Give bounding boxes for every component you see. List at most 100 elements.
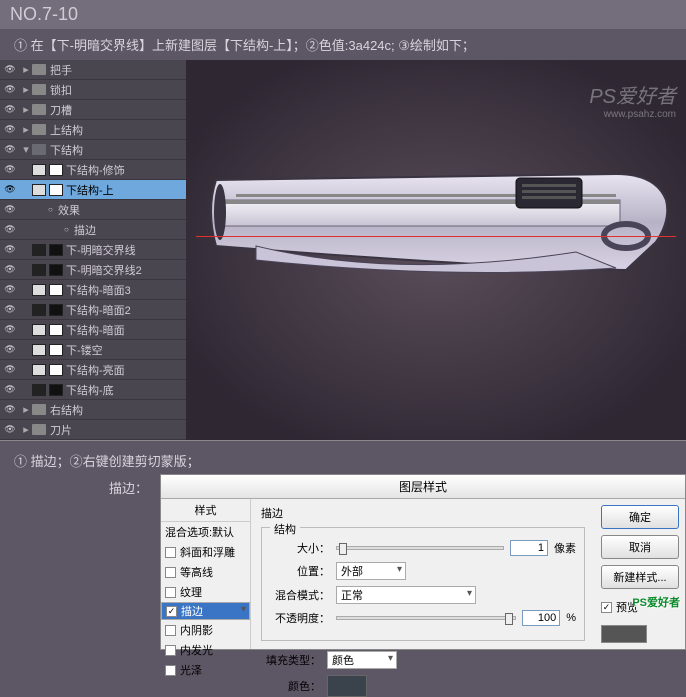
layer-row[interactable]: 👁○描边 (0, 220, 186, 240)
layer-thumb (32, 244, 46, 256)
chevron-icon[interactable]: ▸ (20, 423, 32, 436)
visibility-icon[interactable]: 👁 (2, 64, 18, 75)
folder-icon (32, 104, 46, 115)
layer-row[interactable]: 👁下-明暗交界线 (0, 240, 186, 260)
chevron-icon[interactable]: ▸ (20, 63, 32, 76)
layer-thumb (32, 364, 46, 376)
checkbox-icon[interactable] (165, 587, 176, 598)
mask-thumb (49, 384, 63, 396)
chevron-icon[interactable]: ▸ (20, 403, 32, 416)
layer-label: 锁扣 (50, 82, 72, 98)
layer-thumb (32, 284, 46, 296)
layer-label: 下结构-暗面2 (66, 302, 131, 318)
layer-row[interactable]: 👁▸ 上结构 (0, 120, 186, 140)
checkbox-icon[interactable] (165, 665, 176, 676)
opacity-input[interactable] (522, 610, 560, 626)
ok-button[interactable]: 确定 (601, 505, 679, 529)
layer-label: 下结构-暗面 (66, 322, 125, 338)
layer-row[interactable]: 👁▸右结构 (0, 400, 186, 420)
new-style-button[interactable]: 新建样式... (601, 565, 679, 589)
style-item[interactable]: 等高线 (161, 562, 250, 582)
style-item[interactable]: 描边 (161, 602, 250, 620)
visibility-icon[interactable]: 👁 (2, 84, 18, 95)
visibility-icon[interactable]: 👁 (2, 244, 18, 255)
canvas[interactable]: PS爱好者 www.psahz.com (186, 60, 686, 440)
visibility-icon[interactable]: 👁 (2, 164, 18, 175)
layer-row[interactable]: 👁▸把手 (0, 60, 186, 80)
layer-thumb (32, 324, 46, 336)
opacity-slider[interactable] (336, 616, 516, 620)
mask-thumb (49, 264, 63, 276)
visibility-icon[interactable]: 👁 (2, 104, 18, 115)
layers-panel[interactable]: 👁▸把手👁▸锁扣👁▸刀槽👁▸上结构👁▾下结构👁下结构-修饰👁下结构-上👁○效果👁… (0, 60, 186, 440)
chevron-icon[interactable]: ▾ (20, 143, 32, 156)
layer-row[interactable]: 👁▸ 锁扣 (0, 80, 186, 100)
style-item[interactable]: 纹理 (161, 582, 250, 602)
chevron-icon[interactable]: ▸ (20, 123, 32, 136)
visibility-icon[interactable]: 👁 (2, 124, 18, 135)
layer-row[interactable]: 👁下结构-上 (0, 180, 186, 200)
visibility-icon[interactable]: 👁 (2, 144, 18, 155)
size-input[interactable] (510, 540, 548, 556)
checkbox-icon[interactable] (166, 606, 177, 617)
visibility-icon[interactable]: 👁 (2, 224, 18, 235)
size-unit: 像素 (554, 540, 576, 556)
visibility-icon[interactable]: 👁 (2, 364, 18, 375)
layer-row[interactable]: 👁 下结构-暗面 (0, 320, 186, 340)
layer-label: 下-明暗交界线2 (66, 262, 142, 278)
cancel-button[interactable]: 取消 (601, 535, 679, 559)
visibility-icon[interactable]: 👁 (2, 304, 18, 315)
dialog-row: 描边： 图层样式 样式 混合选项:默认 斜面和浮雕等高线纹理描边内阴影内发光光泽… (0, 474, 686, 650)
layer-row[interactable]: 👁▸刀片 (0, 420, 186, 440)
styles-list[interactable]: 样式 混合选项:默认 斜面和浮雕等高线纹理描边内阴影内发光光泽 (161, 499, 251, 649)
layer-row[interactable]: 👁下-镂空 (0, 340, 186, 360)
style-label: 内阴影 (180, 622, 213, 638)
chevron-icon[interactable]: ▸ (20, 103, 32, 116)
checkbox-icon[interactable] (165, 625, 176, 636)
ps-logo: PS爱好者 (632, 589, 680, 612)
layer-row[interactable]: 👁▾下结构 (0, 140, 186, 160)
layer-row[interactable]: 👁 下结构-暗面2 (0, 300, 186, 320)
style-item[interactable]: 内发光 (161, 640, 250, 660)
visibility-icon[interactable]: 👁 (2, 384, 18, 395)
style-item[interactable]: 内阴影 (161, 620, 250, 640)
layer-row[interactable]: 👁 下-明暗交界线2 (0, 260, 186, 280)
visibility-icon[interactable]: 👁 (2, 324, 18, 335)
chevron-icon[interactable]: ▸ (20, 83, 32, 96)
layer-row[interactable]: 👁○效果 (0, 200, 186, 220)
color-swatch[interactable] (327, 675, 367, 697)
layer-row[interactable]: 👁下结构-修饰 (0, 160, 186, 180)
fx-icon: ○ (48, 205, 58, 214)
checkbox-icon[interactable] (165, 547, 176, 558)
visibility-icon[interactable]: 👁 (2, 284, 18, 295)
visibility-icon[interactable]: 👁 (2, 264, 18, 275)
layer-thumb (32, 344, 46, 356)
visibility-icon[interactable]: 👁 (2, 404, 18, 415)
layer-style-dialog[interactable]: 图层样式 样式 混合选项:默认 斜面和浮雕等高线纹理描边内阴影内发光光泽 描边 … (160, 474, 686, 650)
fill-label: 填充类型： (261, 652, 321, 668)
visibility-icon[interactable]: 👁 (2, 424, 18, 435)
size-slider[interactable] (336, 546, 504, 550)
layer-row[interactable]: 👁下结构-底 (0, 380, 186, 400)
checkbox-icon[interactable] (165, 645, 176, 656)
position-select[interactable]: 外部 (336, 562, 406, 580)
visibility-icon[interactable]: 👁 (2, 204, 18, 215)
group-legend: 结构 (270, 521, 300, 537)
style-item[interactable]: 光泽 (161, 660, 250, 680)
layer-label: 刀槽 (50, 102, 72, 118)
layer-row[interactable]: 👁下结构-暗面3 (0, 280, 186, 300)
watermark-url: www.psahz.com (589, 109, 676, 120)
blend-select[interactable]: 正常 (336, 586, 476, 604)
layer-label: 上结构 (50, 122, 83, 138)
visibility-icon[interactable]: 👁 (2, 344, 18, 355)
style-item[interactable]: 斜面和浮雕 (161, 542, 250, 562)
layer-row[interactable]: 👁▸ 刀槽 (0, 100, 186, 120)
fill-select[interactable]: 颜色 (327, 651, 397, 669)
blend-options-default[interactable]: 混合选项:默认 (161, 522, 250, 542)
visibility-icon[interactable]: 👁 (2, 184, 18, 195)
folder-icon (32, 144, 46, 155)
mask-thumb (49, 324, 63, 336)
checkbox-icon[interactable] (165, 567, 176, 578)
layer-row[interactable]: 👁下结构-亮面 (0, 360, 186, 380)
opacity-label: 不透明度： (270, 610, 330, 626)
